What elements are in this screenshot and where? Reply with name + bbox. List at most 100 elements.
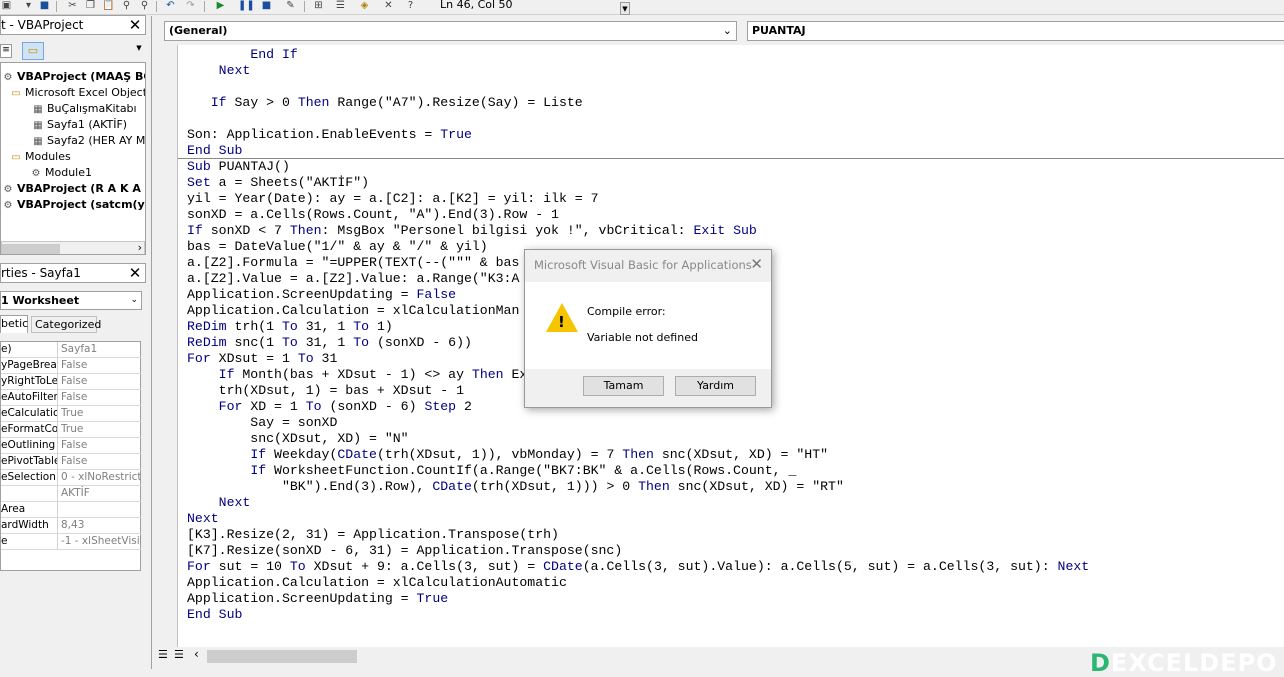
chevron-down-icon: ⌄ [130,295,138,305]
property-name: ardWidth [1,518,58,533]
properties-grid: e) Sayfa1 yPageBreak False yRightToLef False e… [0,341,141,571]
toolbar-separator [304,1,305,12]
object-combo[interactable]: (General) ⌄ [164,21,737,41]
scroll-right-icon[interactable]: › [138,241,142,254]
cursor-position-status: Ln 46, Col 50 [440,0,513,11]
tree-node-sayfa2[interactable]: ▦Sayfa2 (HER AY MES [31,133,145,149]
tree-node-excel-objects[interactable]: ▭ Microsoft Excel Objects [1,85,145,101]
property-value[interactable]: True [61,406,141,421]
property-row[interactable]: eAutoFilter False [1,390,141,406]
scrollbar-thumb[interactable] [207,650,357,663]
property-row[interactable]: ePivotTable False [1,454,141,470]
toolbox-icon[interactable]: ✕ [382,0,395,12]
warning-mark: ! [558,313,565,331]
toggle-folders-icon[interactable]: ▭ [22,42,44,60]
compile-error-dialog: Microsoft Visual Basic for Applications … [524,249,772,408]
property-row[interactable]: Area [1,502,141,518]
property-name: e [1,534,58,549]
property-value[interactable]: False [61,454,141,469]
procedure-view-icon[interactable]: ☰ [158,648,168,661]
procedure-combo[interactable]: PUANTAJ [747,21,1284,41]
design-mode-icon[interactable]: ✎ [284,0,297,12]
property-value[interactable]: False [61,438,141,453]
paste-icon[interactable]: 📋 [102,0,115,12]
property-name: eFormatCon [1,422,58,437]
view-excel-icon[interactable]: ▣ [0,0,13,12]
tree-node-module1[interactable]: ⚙ Module1 [29,165,92,181]
property-name: eAutoFilter [1,390,58,405]
property-row[interactable]: yRightToLef False [1,374,141,390]
reset-icon[interactable]: ■ [260,0,273,12]
scroll-left-icon[interactable]: ‹ [194,647,199,661]
ok-button[interactable]: Tamam [583,376,664,396]
vba-project-icon: ⚙ [3,184,13,195]
property-name [1,486,58,501]
error-message: Variable not defined [587,331,698,344]
scrollbar-thumb[interactable] [2,244,60,254]
save-icon[interactable]: ■ [38,0,51,12]
object-browser-icon[interactable]: ◈ [358,0,371,12]
property-row[interactable]: e) Sayfa1 [1,342,141,358]
properties-header: rties - Sayfa1 ✕ [0,263,146,283]
close-icon[interactable]: ✕ [126,17,144,33]
project-tree-hscrollbar[interactable]: › [1,241,145,254]
break-icon[interactable]: ❚❚ [238,0,255,12]
property-row[interactable]: eFormatConTrue [1,422,141,438]
property-name: Area [1,502,58,517]
undo-icon[interactable]: ↶ [164,0,177,12]
worksheet-icon: ▦ [33,136,43,147]
property-value[interactable]: False [61,374,141,389]
toolbar-separator [156,1,157,12]
project-explorer-icon[interactable]: ⊞ [312,0,325,12]
toolbar-separator [56,1,57,12]
tree-node-project[interactable]: ⚙VBAProject (MAAŞ BOŞ [1,69,145,85]
close-icon[interactable]: ✕ [750,255,763,273]
property-value[interactable]: False [61,358,141,373]
tree-node-modules[interactable]: ▭ Modules [1,149,70,165]
worksheet-icon: ▦ [33,120,43,131]
scroll-down-icon[interactable]: ▼ [134,44,144,60]
properties-title: rties - Sayfa1 [1,266,81,280]
copy-icon[interactable]: ❐ [84,0,97,12]
redo-icon[interactable]: ↷ [184,0,197,12]
object-dropdown[interactable]: 1 Worksheet ⌄ [0,291,142,310]
tree-node-workbook[interactable]: ▦ BuÇalışmaKitabı [31,101,136,117]
property-row[interactable]: yPageBreak False [1,358,141,374]
project-tree: ⚙VBAProject (MAAŞ BOŞ ▭Microsoft Excel O… [0,62,146,255]
find-icon[interactable]: ⚲ [120,0,133,12]
property-value[interactable]: 8,43 [61,518,141,533]
property-name: ePivotTable [1,454,58,469]
view-code-icon[interactable]: ≡ [0,44,12,58]
insert-icon[interactable]: ▾ [22,0,35,12]
property-row[interactable]: e -1 - xlSheetVisib [1,534,141,550]
properties-window-icon[interactable]: ☰ [334,0,347,12]
find-next-icon[interactable]: ⚲ [138,0,151,12]
help-icon[interactable]: ? [404,0,417,12]
toolbar-options-icon[interactable]: ▼ [620,2,630,15]
tree-node-sayfa1[interactable]: ▦ Sayfa1 (AKTİF) [31,117,127,133]
full-module-view-icon[interactable]: ☰ [174,648,184,661]
property-value[interactable]: AKTİF [61,486,141,501]
property-row[interactable]: eCalculationTrue [1,406,141,422]
property-row[interactable]: eSelection0 - xlNoRestrictio [1,470,141,486]
folder-open-icon: ▭ [11,152,21,163]
run-icon[interactable]: ▶ [214,0,227,12]
property-name: e) [1,342,58,357]
property-value[interactable]: 0 - xlNoRestrictio [61,470,141,485]
property-row[interactable]: ardWidth 8,43 [1,518,141,534]
property-value[interactable]: False [61,390,141,405]
help-button[interactable]: Yardım [675,376,756,396]
tree-node-project[interactable]: ⚙VBAProject (R A K A M.x [1,181,145,197]
tree-node-project[interactable]: ⚙ VBAProject (satcm(yen [1,197,145,213]
property-value[interactable]: Sayfa1 [61,342,141,357]
cut-icon[interactable]: ✂ [66,0,79,12]
property-row[interactable]: AKTİF [1,486,141,502]
property-row[interactable]: eOutlining False [1,438,141,454]
property-name: eCalculation [1,406,58,421]
tab-categorized[interactable]: Categorized [31,316,101,333]
property-value[interactable]: True [61,422,141,437]
property-value[interactable]: -1 - xlSheetVisib [61,534,141,549]
tab-alphabetic[interactable]: betic [0,315,28,333]
logo-mark-icon: D [1090,649,1111,677]
close-icon[interactable]: ✕ [126,265,144,281]
